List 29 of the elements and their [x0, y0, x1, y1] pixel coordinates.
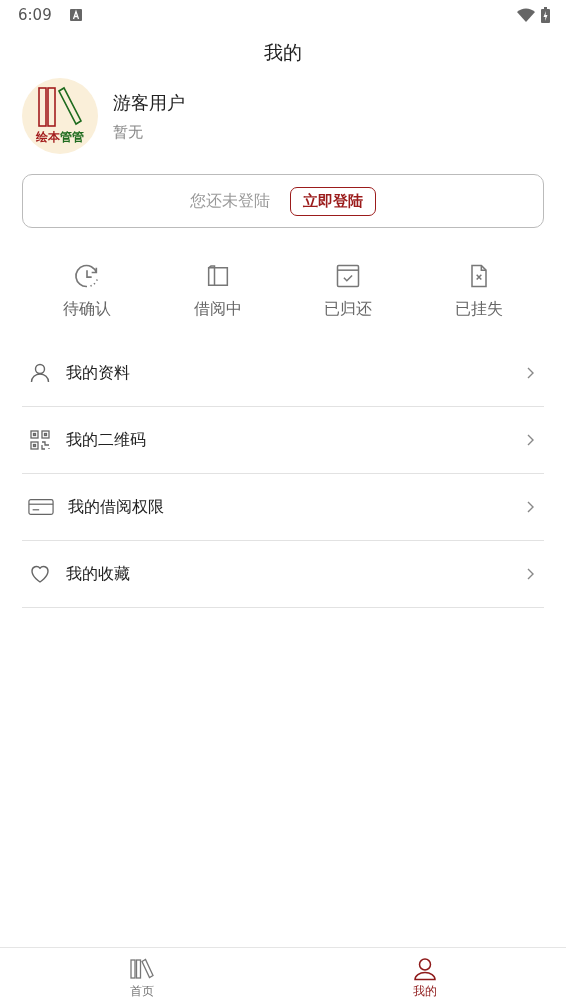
login-button[interactable]: 立即登陆 — [290, 186, 376, 216]
battery-icon — [541, 7, 550, 23]
person-icon — [28, 361, 52, 385]
user-name: 游客用户 — [113, 90, 185, 115]
menu-item[interactable]: 我的二维码 — [22, 407, 544, 474]
status-time: 6:09 — [18, 6, 52, 24]
menu-label: 我的资料 — [66, 362, 131, 384]
person-icon — [411, 956, 438, 981]
menu-label: 我的收藏 — [66, 563, 131, 585]
status-label[interactable]: 待确认 — [63, 299, 112, 320]
nav-tab[interactable]: 我的 — [283, 948, 566, 1008]
status-label[interactable]: 已挂失 — [454, 299, 503, 320]
menu-item[interactable]: 我的资料 — [22, 340, 544, 407]
status-label[interactable]: 已归还 — [324, 299, 373, 320]
menu-label: 我的二维码 — [66, 429, 147, 451]
notification-icon — [69, 9, 82, 21]
user-subtitle: 暂无 — [113, 122, 144, 142]
status-label[interactable]: 借阅中 — [193, 299, 242, 320]
menu-item[interactable]: 我的收藏 — [22, 541, 544, 608]
wifi-icon — [517, 8, 535, 22]
qr-code-icon — [28, 428, 52, 452]
menu-label: 我的借阅权限 — [68, 496, 165, 518]
login-message: 您还未登陆 — [190, 190, 270, 212]
page-title: 我的 — [264, 40, 302, 65]
app-logo: 绘本管管 — [22, 78, 98, 154]
books-icon — [128, 956, 155, 981]
nav-tab[interactable]: 首页 — [0, 948, 283, 1008]
menu-item[interactable]: 我的借阅权限 — [22, 474, 544, 541]
card-icon — [28, 497, 54, 517]
